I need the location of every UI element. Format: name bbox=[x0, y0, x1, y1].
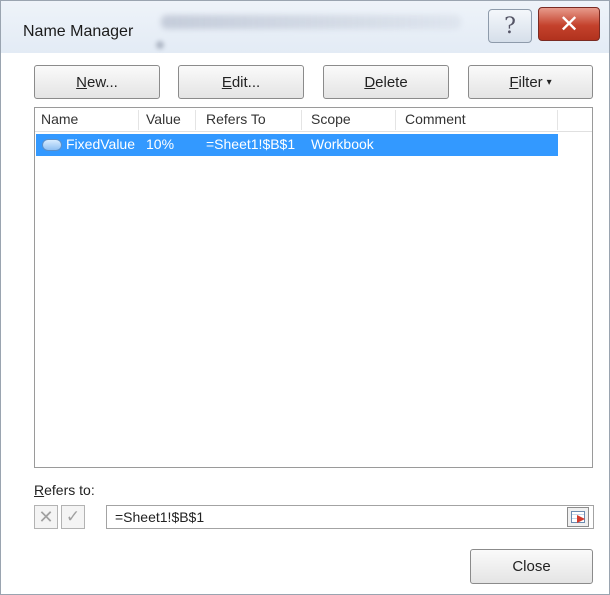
new-label: ew... bbox=[86, 73, 118, 91]
refers-to-label: Refers to: bbox=[34, 482, 95, 498]
confirm-edit-button[interactable]: ✓ bbox=[61, 505, 85, 529]
refers-to-input[interactable] bbox=[106, 505, 594, 529]
edit-label: dit... bbox=[231, 73, 261, 91]
window-title: Name Manager bbox=[23, 23, 134, 40]
column-header-comment[interactable]: Comment bbox=[405, 111, 466, 127]
blurred-dot-overlay bbox=[156, 41, 164, 49]
delete-access-key: D bbox=[364, 73, 376, 91]
filter-access-key: F bbox=[509, 73, 519, 91]
close-button[interactable]: Close bbox=[470, 549, 593, 584]
refers-label-text: efers to: bbox=[44, 482, 95, 498]
column-divider[interactable] bbox=[395, 110, 396, 130]
edit-access-key: E bbox=[221, 73, 232, 91]
table-row[interactable]: FixedValue 10% =Sheet1!$B$1 Workbook bbox=[36, 134, 558, 156]
name-manager-dialog: Name Manager ? ✕ New... Edit... Delete F… bbox=[0, 0, 610, 595]
edit-button[interactable]: Edit... bbox=[178, 65, 304, 99]
close-icon: ✕ bbox=[558, 10, 580, 38]
blurred-caption-overlay bbox=[161, 15, 461, 29]
defined-name-icon bbox=[42, 139, 62, 151]
column-header-scope[interactable]: Scope bbox=[311, 111, 351, 127]
new-access-key: N bbox=[76, 73, 87, 91]
delete-label: elete bbox=[375, 73, 408, 91]
row-scope: Workbook bbox=[311, 136, 374, 152]
column-divider[interactable] bbox=[301, 110, 302, 130]
filter-button[interactable]: Filter ▾ bbox=[468, 65, 593, 99]
column-header-name[interactable]: Name bbox=[41, 111, 78, 127]
column-divider[interactable] bbox=[557, 110, 558, 130]
filter-label: ilter bbox=[518, 73, 543, 91]
x-icon: ✕ bbox=[38, 506, 54, 527]
checkmark-icon: ✓ bbox=[65, 507, 81, 526]
window-close-button[interactable]: ✕ bbox=[538, 7, 600, 41]
names-list[interactable]: Name Value Refers To Scope Comment Fixed… bbox=[34, 107, 593, 468]
list-header: Name Value Refers To Scope Comment bbox=[35, 108, 592, 132]
row-value: 10% bbox=[146, 136, 175, 152]
cancel-edit-button[interactable]: ✕ bbox=[34, 505, 58, 529]
refers-access-key: R bbox=[34, 482, 45, 498]
column-header-refers-to[interactable]: Refers To bbox=[206, 111, 266, 127]
new-button[interactable]: New... bbox=[34, 65, 160, 99]
collapse-dialog-button[interactable] bbox=[567, 507, 589, 527]
help-icon: ? bbox=[504, 13, 516, 39]
column-header-value[interactable]: Value bbox=[146, 111, 181, 127]
row-refers-to: =Sheet1!$B$1 bbox=[206, 136, 296, 152]
title-bar[interactable]: Name Manager ? ✕ bbox=[1, 1, 609, 53]
row-name: FixedValue bbox=[66, 136, 136, 152]
delete-button[interactable]: Delete bbox=[323, 65, 449, 99]
chevron-down-icon: ▾ bbox=[546, 76, 552, 88]
column-divider[interactable] bbox=[195, 110, 196, 130]
help-button[interactable]: ? bbox=[488, 9, 532, 43]
column-divider[interactable] bbox=[138, 110, 139, 130]
